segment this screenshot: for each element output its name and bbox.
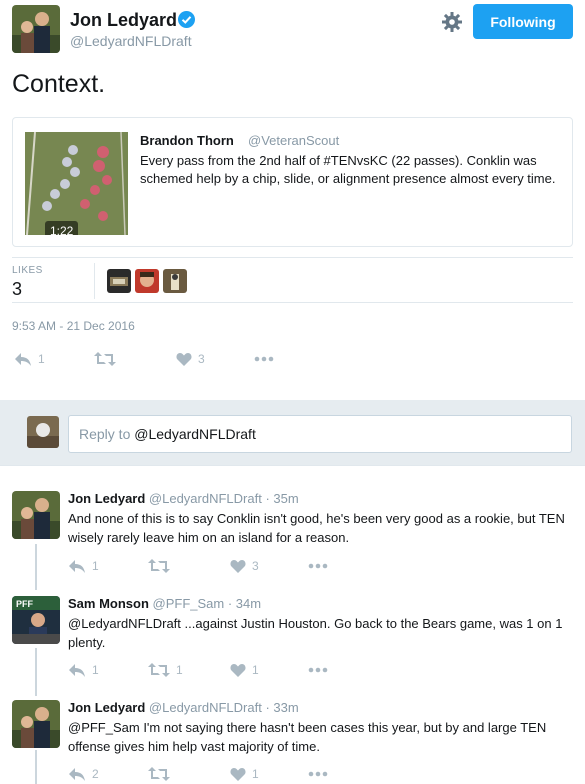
quoted-tweet[interactable]: 1:22 Brandon Thorn @VeteranScout Every p… bbox=[12, 117, 573, 247]
reply-actions: 1 3 bbox=[68, 557, 348, 575]
reply-text: @PFF_Sam I'm not saying there hasn't bee… bbox=[68, 720, 547, 754]
reply-count: 1 bbox=[38, 352, 45, 366]
quoted-tweet-text: Every pass from the 2nd half of #TENvsKC… bbox=[140, 153, 556, 186]
quoted-author-name: Brandon Thorn bbox=[140, 133, 234, 148]
avatar bbox=[27, 416, 59, 448]
reply-author[interactable]: Sam Monson @PFF_Sam · 34m bbox=[68, 596, 261, 611]
reply-icon bbox=[69, 768, 85, 781]
reply-actions: 1 1 1 bbox=[68, 661, 348, 679]
tweet-actions: 1 3 bbox=[14, 350, 294, 368]
more-dots-icon bbox=[308, 771, 328, 777]
retweet-count: 1 bbox=[176, 663, 183, 677]
reply-author-name: Jon Ledyard bbox=[68, 700, 146, 715]
heart-icon bbox=[230, 663, 246, 677]
like-count: 3 bbox=[198, 352, 205, 366]
svg-text:PFF: PFF bbox=[16, 599, 34, 609]
gear-icon[interactable] bbox=[440, 10, 464, 34]
retweet-button[interactable] bbox=[148, 765, 176, 783]
reply-composer: Reply to @LedyardNFLDraft bbox=[0, 400, 585, 466]
video-thumbnail[interactable]: 1:22 bbox=[25, 132, 128, 235]
video-duration: 1:22 bbox=[45, 221, 79, 235]
reply-button[interactable]: 1 bbox=[68, 557, 99, 575]
author-handle[interactable]: @LedyardNFLDraft bbox=[70, 33, 192, 49]
heart-icon bbox=[176, 352, 192, 366]
reply-input[interactable]: Reply to @LedyardNFLDraft bbox=[68, 415, 572, 453]
reply-icon bbox=[69, 560, 85, 573]
retweet-icon bbox=[94, 352, 116, 366]
more-button[interactable] bbox=[308, 661, 328, 679]
retweet-icon bbox=[148, 767, 170, 781]
reply-author[interactable]: Jon Ledyard @LedyardNFLDraft · 33m bbox=[68, 700, 299, 715]
like-button[interactable]: 1 bbox=[230, 765, 259, 783]
more-button[interactable] bbox=[308, 557, 328, 575]
more-dots-icon bbox=[254, 356, 274, 362]
like-button[interactable]: 3 bbox=[176, 350, 205, 368]
reply-actions: 2 1 bbox=[68, 765, 348, 783]
more-dots-icon bbox=[308, 667, 328, 673]
verified-badge-icon bbox=[178, 11, 195, 28]
reply-author-name: Jon Ledyard bbox=[68, 491, 146, 506]
more-button[interactable] bbox=[308, 765, 328, 783]
retweet-button[interactable] bbox=[148, 557, 176, 575]
tweet-text: Context. bbox=[12, 70, 106, 98]
liker-avatar[interactable] bbox=[135, 269, 159, 293]
reply-icon bbox=[69, 664, 85, 677]
retweet-icon bbox=[148, 663, 170, 677]
reply-count: 1 bbox=[92, 559, 99, 573]
like-button[interactable]: 3 bbox=[230, 557, 259, 575]
avatar[interactable] bbox=[12, 5, 60, 53]
author-name[interactable]: Jon Ledyard bbox=[70, 10, 177, 31]
avatar[interactable] bbox=[12, 700, 60, 748]
reply-button[interactable]: 1 bbox=[14, 350, 45, 368]
quoted-author-handle: @VeteranScout bbox=[248, 133, 340, 148]
reply-placeholder: Reply to bbox=[79, 426, 131, 442]
reply-text: @LedyardNFLDraft ...against Justin Houst… bbox=[68, 616, 563, 650]
reply-meta: @PFF_Sam · 34m bbox=[152, 596, 262, 611]
liker-avatar[interactable] bbox=[107, 269, 131, 293]
tweet-stats: LIKES 3 bbox=[12, 257, 573, 303]
reply-count: 1 bbox=[92, 663, 99, 677]
more-dots-icon bbox=[308, 563, 328, 569]
likes-count[interactable]: 3 bbox=[12, 279, 22, 300]
heart-icon bbox=[230, 767, 246, 781]
reply-meta: @LedyardNFLDraft · 33m bbox=[148, 700, 299, 715]
liker-avatar[interactable] bbox=[163, 269, 187, 293]
avatar[interactable]: PFF bbox=[12, 596, 60, 644]
tweet-header: Jon Ledyard @LedyardNFLDraft Following bbox=[0, 0, 585, 58]
heart-icon bbox=[230, 559, 246, 573]
retweet-icon bbox=[148, 559, 170, 573]
reply-author[interactable]: Jon Ledyard @LedyardNFLDraft · 35m bbox=[68, 491, 299, 506]
reply-button[interactable]: 2 bbox=[68, 765, 99, 783]
reply-icon bbox=[15, 353, 31, 366]
reply-count: 2 bbox=[92, 767, 99, 781]
like-count: 3 bbox=[252, 559, 259, 573]
avatar[interactable] bbox=[12, 491, 60, 539]
tweet-timestamp[interactable]: 9:53 AM - 21 Dec 2016 bbox=[12, 319, 135, 333]
reply-author-name: Sam Monson bbox=[68, 596, 149, 611]
like-count: 1 bbox=[252, 663, 259, 677]
reply-target: @LedyardNFLDraft bbox=[134, 426, 256, 442]
reply-button[interactable]: 1 bbox=[68, 661, 99, 679]
retweet-button[interactable] bbox=[94, 350, 122, 368]
following-button[interactable]: Following bbox=[473, 4, 573, 39]
more-button[interactable] bbox=[254, 350, 274, 368]
stats-divider bbox=[94, 263, 95, 299]
likes-label: LIKES bbox=[12, 265, 43, 276]
reply-meta: @LedyardNFLDraft · 35m bbox=[148, 491, 299, 506]
like-count: 1 bbox=[252, 767, 259, 781]
like-button[interactable]: 1 bbox=[230, 661, 259, 679]
retweet-button[interactable]: 1 bbox=[148, 661, 183, 679]
reply-text: And none of this is to say Conklin isn't… bbox=[68, 511, 565, 545]
